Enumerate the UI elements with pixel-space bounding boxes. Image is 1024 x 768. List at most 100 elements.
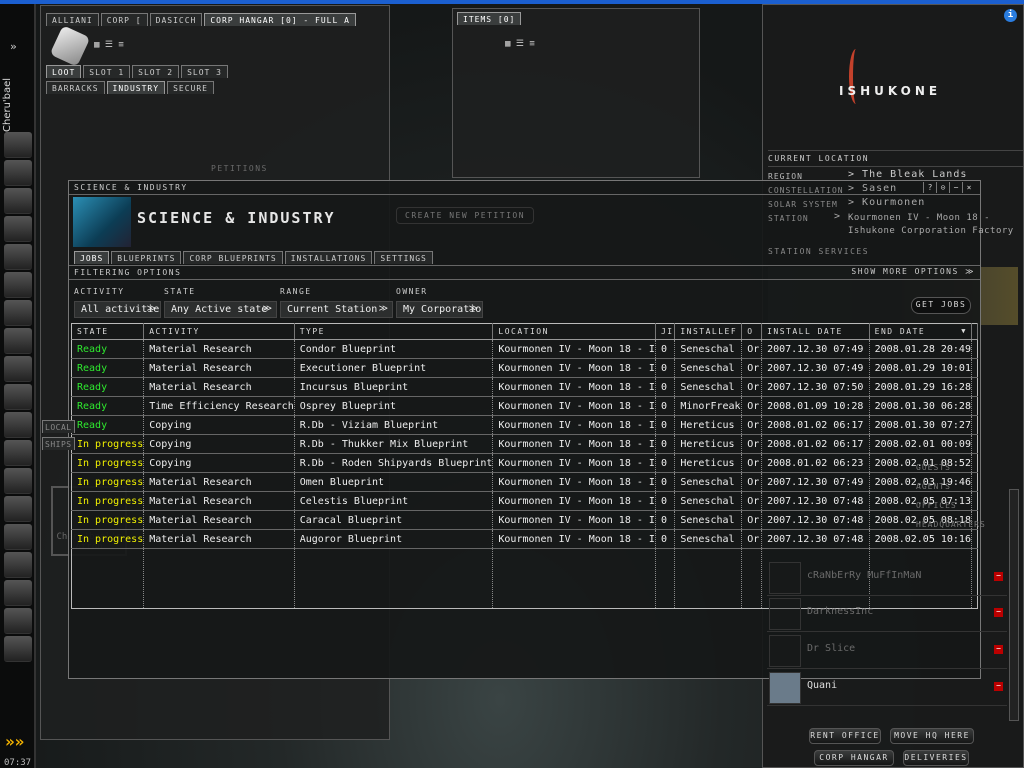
get-jobs-button[interactable]: GET JOBS (911, 297, 971, 314)
scrollbar[interactable] (1009, 489, 1019, 721)
rent-office-button[interactable]: RENT OFFICE (809, 728, 881, 744)
column-header[interactable]: JI (655, 323, 676, 340)
tab-guests[interactable]: GUESTS (916, 463, 951, 472)
column-header[interactable]: O (741, 323, 763, 340)
neocom-icon-10[interactable] (4, 384, 32, 410)
remove-icon[interactable]: − (994, 682, 1003, 691)
table-row[interactable]: In progress Material Research Caracal Blue… (71, 510, 978, 530)
activity-select[interactable]: All activities ≫ (74, 301, 161, 318)
tab-settings[interactable]: SETTINGS (374, 251, 433, 264)
remove-icon[interactable]: − (994, 572, 1003, 581)
table-row[interactable]: Ready Material Research Executioner Bluepr… (71, 358, 978, 378)
view-mode-icons[interactable]: ▦ ☰ ≡ (94, 40, 124, 50)
neocom-icon-7[interactable] (4, 300, 32, 326)
remove-icon[interactable]: − (994, 645, 1003, 654)
character-name[interactable]: Cheru'bael (2, 78, 34, 132)
tab-corp[interactable]: CORP [ (100, 13, 148, 26)
table-row[interactable]: In progress Copying R.Db - Roden Shipyards… (71, 453, 978, 473)
table-row[interactable]: Ready Material Research Incursus Blueprint… (71, 377, 978, 397)
state-select[interactable]: Any Active state ≫ (164, 301, 277, 318)
column-header[interactable]: INSTALLEF (674, 323, 743, 340)
neocom-icon-11[interactable] (4, 412, 32, 438)
tab-corp-blueprints[interactable]: CORP BLUEPRINTS (183, 251, 283, 264)
table-row[interactable]: Ready Material Research Condor Blueprint Ko… (71, 339, 978, 359)
info-icon[interactable]: i (1004, 9, 1017, 22)
neocom-icon-5[interactable] (4, 244, 32, 270)
column-header[interactable]: TYPE (294, 323, 494, 340)
column-header[interactable]: END DATE ▼ (869, 323, 973, 340)
neocom-icon-6[interactable] (4, 272, 32, 298)
neocom-icon-13[interactable] (4, 468, 32, 494)
tab-jobs[interactable]: JOBS (74, 251, 110, 264)
expand-icon[interactable]: » (10, 40, 17, 53)
neocom-icon-3[interactable] (4, 188, 32, 214)
tab-items[interactable]: ITEMS [0] (457, 12, 522, 25)
neocom-icon-4[interactable] (4, 216, 32, 242)
tab-barracks[interactable]: BARRACKS (46, 81, 105, 94)
view-mode-icons[interactable]: ▦ ☰ ≡ (505, 39, 535, 49)
cell-empty (971, 358, 978, 378)
help-icon[interactable]: ? (923, 182, 936, 193)
column-header[interactable]: INSTALL DATE (761, 323, 870, 340)
owner-select[interactable]: My Corporation ≫ (396, 301, 483, 318)
neocom-icon-19[interactable] (4, 636, 32, 662)
show-more-options[interactable]: SHOW MORE OPTIONS ≫ (851, 267, 975, 276)
column-header[interactable]: STATE (71, 323, 145, 340)
remove-icon[interactable]: − (994, 608, 1003, 617)
sort-desc-icon[interactable]: ▼ (961, 327, 967, 335)
menu-chevrons-icon[interactable]: »» (5, 732, 24, 751)
member-row[interactable]: DarknessInc − (767, 596, 1007, 632)
tab-ships[interactable]: SHIPS (42, 437, 75, 450)
range-select[interactable]: Current Station ≫ (280, 301, 393, 318)
member-row[interactable]: Quani − (767, 670, 1007, 706)
tab-secure[interactable]: SECURE (167, 81, 214, 94)
create-petition-button[interactable]: CREATE NEW PETITION (396, 207, 535, 224)
column-header[interactable]: ACTIVITY (143, 323, 295, 340)
deliveries-button[interactable]: DELIVERIES (903, 750, 969, 766)
tab-headquarters[interactable]: HEADQUARTERS (916, 520, 986, 529)
neocom-icon-9[interactable] (4, 356, 32, 382)
tab-corp-hangar[interactable]: CORP HANGAR [0] - FULL A (204, 13, 356, 26)
minimize-icon[interactable]: − (949, 182, 962, 193)
tab-agents[interactable]: AGENTS (916, 482, 951, 491)
settings-icon[interactable]: ⊙ (936, 182, 949, 193)
cell-activity: Copying (143, 434, 295, 454)
tab-offices[interactable]: OFFICES (916, 501, 957, 510)
neocom-icon-1[interactable] (4, 132, 32, 158)
table-row[interactable]: In progress Material Research Augoror Blue… (71, 529, 978, 549)
member-row[interactable]: Dr Slice − (767, 633, 1007, 669)
neocom-icon-2[interactable] (4, 160, 32, 186)
table-row[interactable]: In progress Material Research Omen Bluepri… (71, 472, 978, 492)
member-row[interactable]: cRaNbErRy MuFfInMaN − (767, 560, 1007, 596)
table-row[interactable]: In progress Material Research Celestis Blu… (71, 491, 978, 511)
neocom-icon-14[interactable] (4, 496, 32, 522)
neocom-icon-12[interactable] (4, 440, 32, 466)
move-hq-button[interactable]: MOVE HQ HERE (890, 728, 974, 744)
tab-slot3[interactable]: SLOT 3 (181, 65, 228, 78)
neocom-icon-8[interactable] (4, 328, 32, 354)
neocom-icon-15[interactable] (4, 524, 32, 550)
cell-state: Ready (71, 415, 145, 435)
tab-dasicch[interactable]: DASICCH (149, 13, 203, 26)
region-value[interactable]: > The Bleak Lands (848, 169, 967, 180)
column-header[interactable]: LOCATION (492, 323, 656, 340)
tab-installations[interactable]: INSTALLATIONS (284, 251, 373, 264)
neocom-icon-17[interactable] (4, 580, 32, 606)
close-icon[interactable]: × (962, 182, 975, 193)
neocom-icon-16[interactable] (4, 552, 32, 578)
tab-alliance[interactable]: ALLIANI (46, 13, 99, 26)
neocom-icon-18[interactable] (4, 608, 32, 634)
solar-system-value[interactable]: > Kourmonen (848, 197, 925, 208)
tab-blueprints[interactable]: BLUEPRINTS (111, 251, 182, 264)
tab-local[interactable]: LOCAL (42, 420, 75, 433)
station-value[interactable]: Kourmonen IV - Moon 18 - Ishukone Corpor… (848, 212, 1020, 238)
constellation-value[interactable]: > Sasen (848, 183, 897, 194)
table-row[interactable]: Ready Copying R.Db - Viziam Blueprint Kourm… (71, 415, 978, 435)
tab-loot[interactable]: LOOT (46, 65, 82, 78)
tab-industry[interactable]: INDUSTRY (106, 81, 166, 94)
tab-slot2[interactable]: SLOT 2 (132, 65, 180, 78)
corp-hangar-button[interactable]: CORP HANGAR (814, 750, 894, 766)
table-row[interactable]: Ready Time Efficiency Research Osprey Blue… (71, 396, 978, 416)
table-row[interactable]: In progress Copying R.Db - Thukker Mix Blu… (71, 434, 978, 454)
tab-slot1[interactable]: SLOT 1 (83, 65, 131, 78)
